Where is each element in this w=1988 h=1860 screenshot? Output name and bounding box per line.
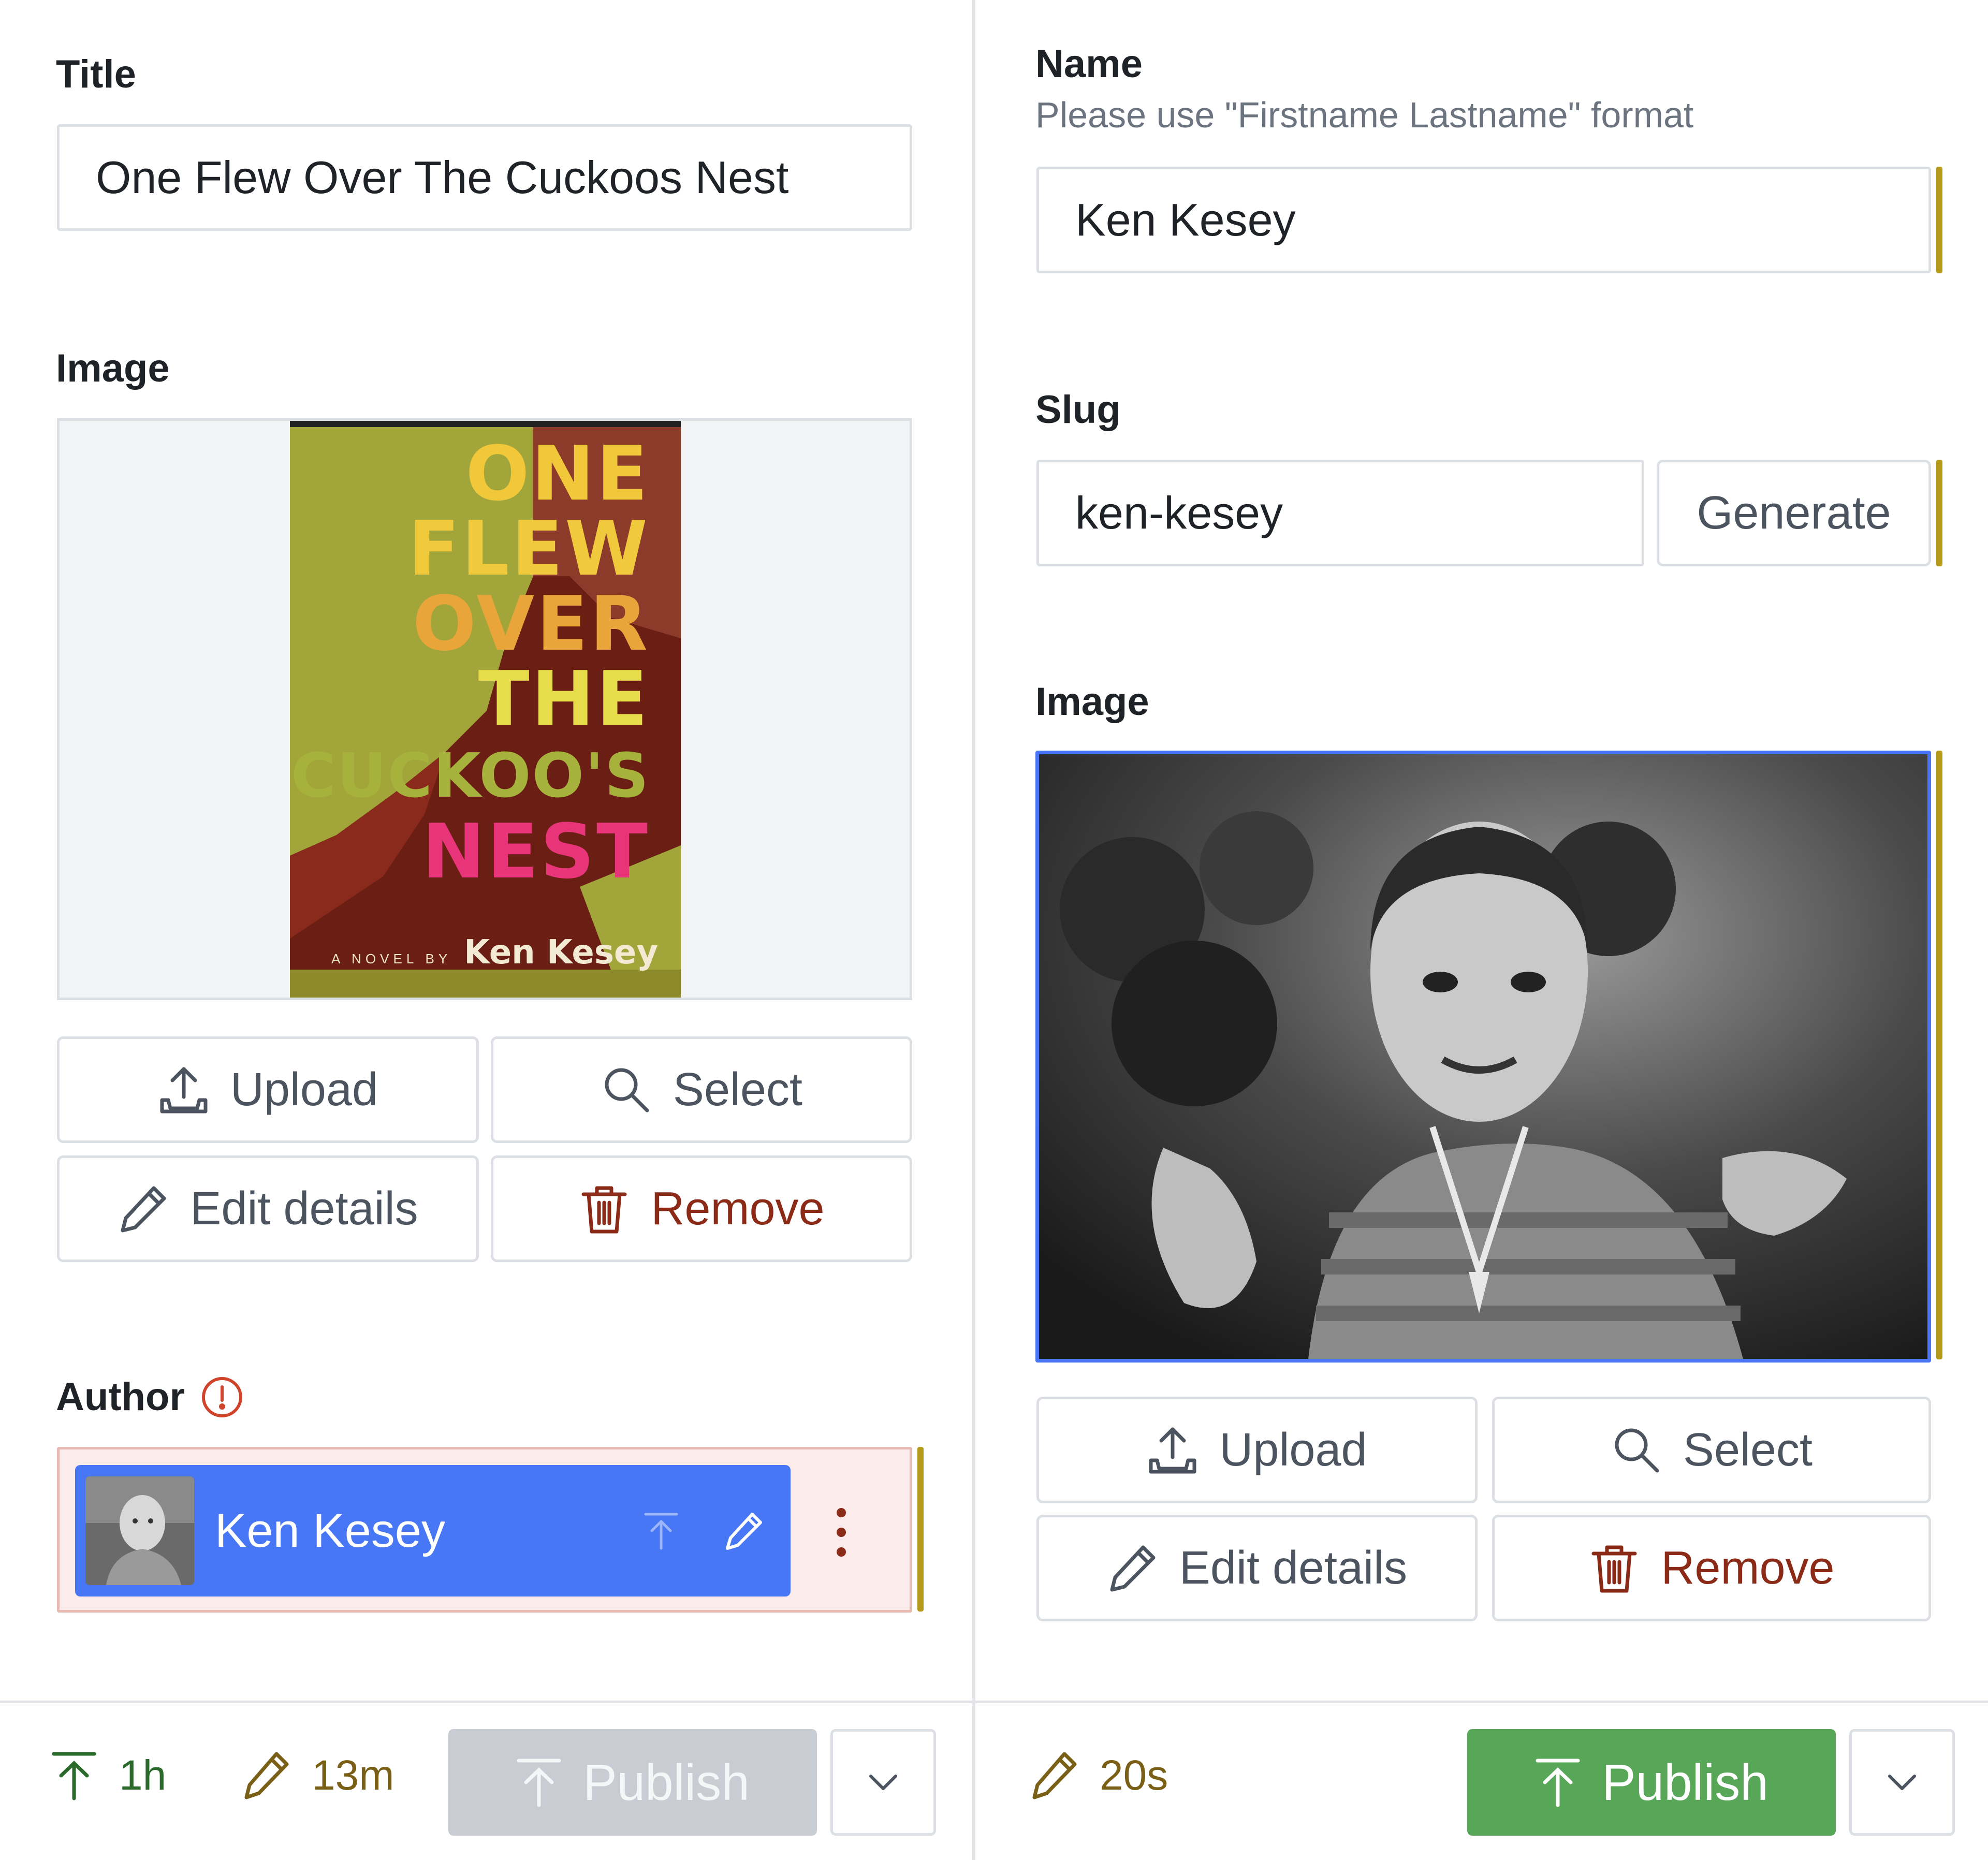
- publish-icon: [1536, 1759, 1580, 1807]
- search-icon: [601, 1064, 652, 1116]
- published-icon: [52, 1752, 96, 1800]
- trash-icon: [578, 1183, 630, 1235]
- author-portrait-preview[interactable]: [1035, 751, 1931, 1363]
- author-avatar: [85, 1476, 194, 1585]
- author-label: Author: [56, 1375, 185, 1419]
- slug-input[interactable]: ken-kesey: [1036, 460, 1644, 566]
- cover-select-button[interactable]: Select: [491, 1036, 912, 1143]
- portrait-upload-button[interactable]: Upload: [1036, 1397, 1478, 1503]
- cover-line-3: OVER: [412, 580, 650, 668]
- book-cover-preview[interactable]: ONE FLEW OVER THE CUCKOO'S NEST A NOVEL …: [57, 418, 912, 1000]
- edit-details-button-label: Edit details: [1179, 1542, 1408, 1594]
- name-change-indicator: [1936, 167, 1942, 273]
- portrait-change-indicator: [1936, 751, 1942, 1359]
- published-status[interactable]: 1h: [50, 1750, 166, 1802]
- pencil-icon: [244, 1752, 289, 1799]
- author-reference-field[interactable]: Ken Kesey: [57, 1447, 912, 1613]
- cover-upload-button[interactable]: Upload: [57, 1036, 479, 1143]
- select-button-label: Select: [1683, 1424, 1813, 1476]
- publish-label: Publish: [583, 1753, 750, 1811]
- cover-line-5: CUCKOO'S: [291, 740, 650, 811]
- cover-line-4: THE: [478, 655, 650, 743]
- image-label: Image: [56, 346, 170, 390]
- author-menu-button[interactable]: [826, 1501, 857, 1563]
- author-document-pane: Name Please use "Firstname Lastname" for…: [975, 0, 1988, 1703]
- remove-button-label: Remove: [651, 1182, 825, 1235]
- cover-line-6: NEST: [422, 808, 650, 896]
- cover-line-2: FLEW: [408, 505, 650, 593]
- edited-ago: 20s: [1100, 1752, 1168, 1799]
- search-icon: [1611, 1424, 1662, 1476]
- author-chip-name: Ken Kesey: [215, 1504, 445, 1557]
- publish-button-disabled[interactable]: Publish: [448, 1729, 817, 1836]
- image-label: Image: [1035, 680, 1149, 724]
- publish-icon: [517, 1759, 561, 1807]
- upload-button-label: Upload: [230, 1063, 378, 1116]
- upload-button-label: Upload: [1219, 1424, 1367, 1476]
- pencil-icon: [1032, 1752, 1077, 1799]
- publish-status-icon: [640, 1510, 682, 1551]
- slug-label: Slug: [1035, 388, 1121, 432]
- remove-button-label: Remove: [1661, 1542, 1835, 1594]
- warning-icon[interactable]: [200, 1375, 244, 1419]
- portrait-edit-details-button[interactable]: Edit details: [1036, 1515, 1478, 1621]
- publish-menu-button[interactable]: [1849, 1729, 1955, 1836]
- cover-byline-name: Ken Kesey: [464, 933, 659, 972]
- author-portrait-image: [1039, 754, 1927, 1359]
- edited-status[interactable]: 13m: [242, 1750, 394, 1802]
- cover-byline: A NOVEL BY Ken Kesey: [331, 933, 658, 972]
- publish-button[interactable]: Publish: [1467, 1729, 1836, 1836]
- pencil-icon: [118, 1183, 169, 1235]
- title-input[interactable]: One Flew Over The Cuckoos Nest: [57, 124, 912, 231]
- cover-edit-details-button[interactable]: Edit details: [57, 1155, 479, 1262]
- slug-change-indicator: [1936, 460, 1942, 566]
- publish-label: Publish: [1602, 1753, 1768, 1811]
- publish-menu-button[interactable]: [830, 1729, 936, 1836]
- author-chip[interactable]: Ken Kesey: [75, 1465, 791, 1597]
- cover-byline-small: A NOVEL BY: [331, 951, 452, 966]
- pencil-icon: [1107, 1542, 1159, 1594]
- select-button-label: Select: [673, 1063, 803, 1116]
- book-cover-image: ONE FLEW OVER THE CUCKOO'S NEST A NOVEL …: [290, 421, 681, 998]
- trash-icon: [1588, 1542, 1640, 1594]
- author-change-indicator: [917, 1447, 924, 1612]
- chevron-down-icon: [869, 1775, 897, 1790]
- edited-ago: 13m: [312, 1752, 394, 1799]
- more-vertical-icon: [837, 1508, 846, 1557]
- cover-title-text: ONE FLEW OVER THE CUCKOO'S NEST: [290, 436, 681, 889]
- generate-button-label: Generate: [1697, 487, 1891, 539]
- pencil-icon: [723, 1510, 765, 1551]
- chevron-down-icon: [1888, 1775, 1916, 1790]
- generate-slug-button[interactable]: Generate: [1657, 460, 1931, 566]
- name-label: Name: [1035, 42, 1143, 86]
- book-document-pane: Title One Flew Over The Cuckoos Nest Ima…: [0, 0, 973, 1703]
- edited-status[interactable]: 20s: [1030, 1750, 1168, 1802]
- upload-icon: [1147, 1424, 1198, 1476]
- edit-details-button-label: Edit details: [190, 1182, 418, 1235]
- title-label: Title: [56, 52, 136, 96]
- name-input[interactable]: Ken Kesey: [1036, 167, 1931, 273]
- published-ago: 1h: [119, 1752, 167, 1799]
- footer-divider: [0, 1701, 1988, 1703]
- author-label-row: Author: [56, 1374, 244, 1419]
- cover-remove-button[interactable]: Remove: [491, 1155, 912, 1262]
- cover-line-1: ONE: [465, 430, 650, 518]
- portrait-remove-button[interactable]: Remove: [1492, 1515, 1931, 1621]
- upload-icon: [158, 1064, 210, 1116]
- name-hint: Please use "Firstname Lastname" format: [1035, 95, 1694, 135]
- portrait-select-button[interactable]: Select: [1492, 1397, 1931, 1503]
